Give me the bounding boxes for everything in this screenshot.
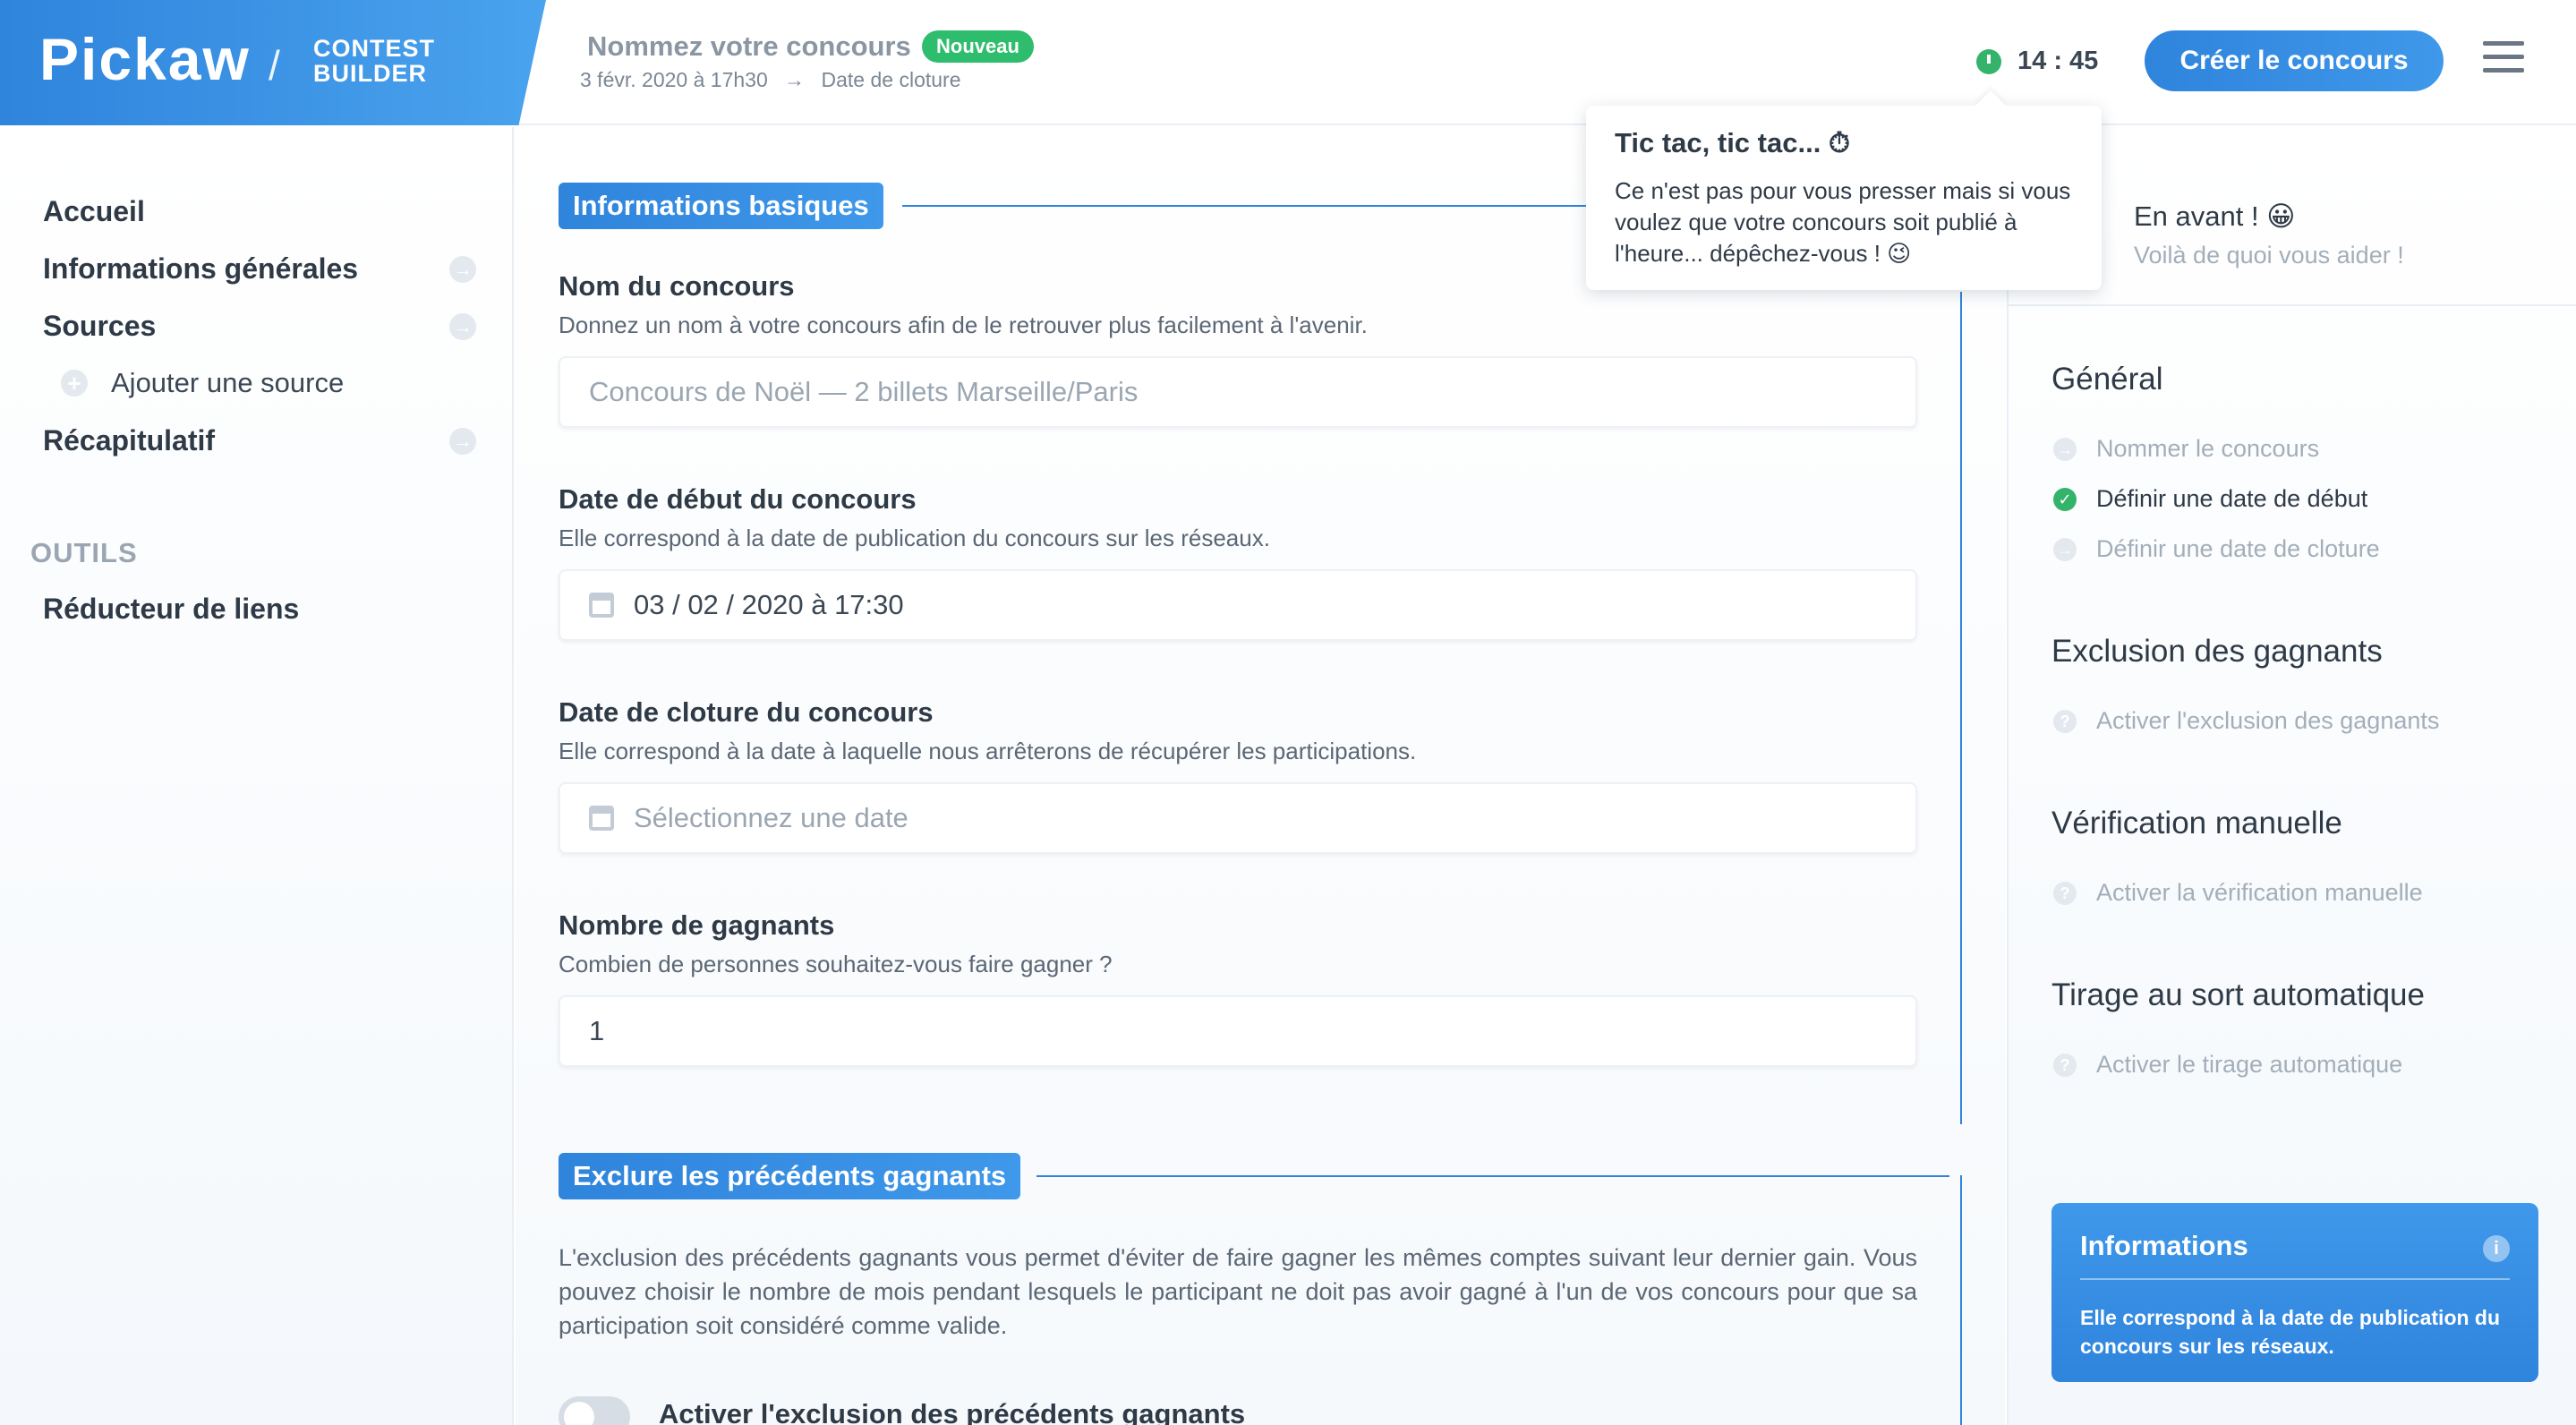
help-greeting: En avant ! 😀 (2134, 201, 2296, 232)
section-border (1960, 1175, 1962, 1425)
step-start-date[interactable]: ✓ Définir une date de début (2053, 485, 2367, 513)
exclude-winners-toggle[interactable] (559, 1396, 630, 1425)
arrow-right-icon: → (2053, 537, 2077, 561)
timer-value: 14 : 45 (2017, 47, 2099, 75)
arrow-right-icon: → (449, 256, 476, 283)
main-form: Informations basiques Nom du concours Do… (516, 127, 2005, 1425)
step-label: Activer l'exclusion des gagnants (2096, 707, 2440, 734)
step-enable-manual-verification[interactable]: ? Activer la vérification manuelle (2053, 879, 2423, 907)
timer-tooltip: Tic tac, tic tac... ⏱ Ce n'est pas pour … (1586, 106, 2102, 290)
end-date-input[interactable]: Sélectionnez une date (559, 782, 1917, 854)
group-title-manual-verification: Vérification manuelle (2051, 806, 2342, 840)
field-label-contest-name: Nom du concours (559, 270, 795, 302)
question-icon: ? (2053, 709, 2077, 733)
section-title-basic-info: Informations basiques (559, 183, 883, 229)
section-divider (1036, 1175, 1949, 1177)
exclude-winners-toggle-label[interactable]: Activer l'exclusion des précédents gagna… (659, 1398, 1245, 1425)
sidebar-item-label: Informations générales (43, 252, 359, 285)
group-title-general: Général (2051, 362, 2163, 397)
question-icon: ? (2053, 1053, 2077, 1077)
step-label: Définir une date de début (2096, 485, 2368, 512)
sidebar-item-label: Récapitulatif (43, 424, 216, 457)
exclude-winners-description: L'exclusion des précédents gagnants vous… (559, 1244, 1917, 1339)
sidebar-item-add-source[interactable]: + Ajouter une source (61, 367, 344, 399)
step-label: Activer le tirage automatique (2096, 1051, 2403, 1078)
help-panel: En avant ! 😀 Voilà de quoi vous aider ! … (2007, 127, 2576, 1425)
info-card-title: Informations (2080, 1230, 2248, 1261)
logo-subtitle-line2: BUILDER (313, 60, 427, 87)
question-icon: ? (2053, 881, 2077, 905)
sidebar-item-accueil[interactable]: Accueil (43, 195, 473, 228)
create-contest-button[interactable]: Créer le concours (2145, 30, 2444, 91)
check-icon: ✓ (2053, 487, 2077, 511)
info-card-divider (2080, 1278, 2510, 1280)
plus-icon: + (61, 370, 88, 397)
sidebar-item-sources[interactable]: Sources → (43, 310, 476, 343)
arrow-right-icon: → (2053, 437, 2077, 461)
logo-separator: / (269, 42, 280, 89)
info-icon[interactable]: i (2483, 1235, 2510, 1262)
contest-name-input[interactable]: Concours de Noël — 2 billets Marseille/P… (559, 356, 1917, 428)
step-enable-exclusion[interactable]: ? Activer l'exclusion des gagnants (2053, 707, 2439, 735)
help-greeting-subtitle: Voilà de quoi vous aider ! (2134, 242, 2404, 269)
start-date-input[interactable]: 03 / 02 / 2020 à 17:30 (559, 569, 1917, 641)
sidebar-item-label: Réducteur de liens (43, 593, 300, 625)
sidebar-item-recapitulatif[interactable]: Récapitulatif → (43, 424, 476, 457)
top-bar: Pickaw / CONTEST BUILDER Nommez votre co… (0, 0, 2576, 125)
group-title-winner-exclusion: Exclusion des gagnants (2051, 634, 2383, 669)
start-date-value: 03 / 02 / 2020 à 17:30 (634, 589, 904, 620)
step-enable-auto-draw[interactable]: ? Activer le tirage automatique (2053, 1051, 2402, 1079)
field-help-contest-name: Donnez un nom à votre concours afin de l… (559, 311, 1368, 338)
info-card-text: Elle correspond à la date de publication… (2080, 1306, 2501, 1358)
contest-dates: 3 févr. 2020 à 17h30 → Date de cloture (580, 68, 961, 92)
sidebar-item-informations-generales[interactable]: Informations générales → (43, 252, 476, 286)
clock-icon (1976, 48, 2001, 74)
hamburger-menu-icon[interactable] (2483, 41, 2524, 77)
group-title-auto-draw: Tirage au sort automatique (2051, 977, 2425, 1012)
calendar-icon (589, 593, 614, 618)
field-help-winners-count: Combien de personnes souhaitez-vous fair… (559, 951, 1113, 977)
new-badge: Nouveau (922, 30, 1034, 63)
arrow-right-icon: → (449, 428, 476, 455)
calendar-icon (589, 806, 614, 831)
contest-start-date: 3 févr. 2020 à 17h30 (580, 68, 768, 91)
tools-section-title: OUTILS (30, 537, 138, 568)
step-end-date[interactable]: → Définir une date de cloture (2053, 535, 2380, 563)
field-help-end-date: Elle correspond à la date à laquelle nou… (559, 738, 1417, 764)
divider (2009, 304, 2576, 306)
sidebar-item-label: Accueil (43, 195, 145, 227)
contest-end-date: Date de cloture (821, 68, 961, 91)
logo[interactable]: Pickaw (39, 25, 251, 93)
info-card: Informations i Elle correspond à la date… (2051, 1203, 2538, 1382)
brand-block: Pickaw / CONTEST BUILDER (0, 0, 546, 125)
contest-title[interactable]: Nommez votre concours (587, 30, 911, 63)
arrow-right-icon: → (449, 313, 476, 340)
sidebar: Accueil Informations générales → Sources… (0, 127, 514, 1425)
field-label-start-date: Date de début du concours (559, 483, 917, 515)
tooltip-title: Tic tac, tic tac... ⏱ (1615, 127, 1851, 158)
sidebar-item-label: Sources (43, 310, 157, 342)
section-border (1960, 292, 1962, 1124)
field-label-end-date: Date de cloture du concours (559, 696, 934, 728)
end-date-placeholder: Sélectionnez une date (634, 802, 908, 833)
section-title-exclude-winners: Exclure les précédents gagnants (559, 1153, 1021, 1199)
step-label: Définir une date de cloture (2096, 535, 2380, 562)
sidebar-item-label: Ajouter une source (111, 367, 345, 398)
field-help-start-date: Elle correspond à la date de publication… (559, 525, 1270, 551)
winners-count-input[interactable]: 1 (559, 995, 1917, 1067)
step-label: Nommer le concours (2096, 435, 2320, 462)
field-label-winners-count: Nombre de gagnants (559, 909, 835, 941)
tooltip-text: Ce n'est pas pour vous presser mais si v… (1615, 177, 2071, 267)
countdown-timer: 14 : 45 (1976, 47, 2098, 76)
arrow-right-icon: → (784, 68, 806, 91)
step-label: Activer la vérification manuelle (2096, 879, 2423, 906)
step-name-contest[interactable]: → Nommer le concours (2053, 435, 2319, 463)
logo-subtitle-line1: CONTEST (313, 35, 436, 62)
sidebar-item-link-shortener[interactable]: Réducteur de liens (43, 593, 473, 626)
logo-subtitle: CONTEST BUILDER (313, 36, 435, 86)
